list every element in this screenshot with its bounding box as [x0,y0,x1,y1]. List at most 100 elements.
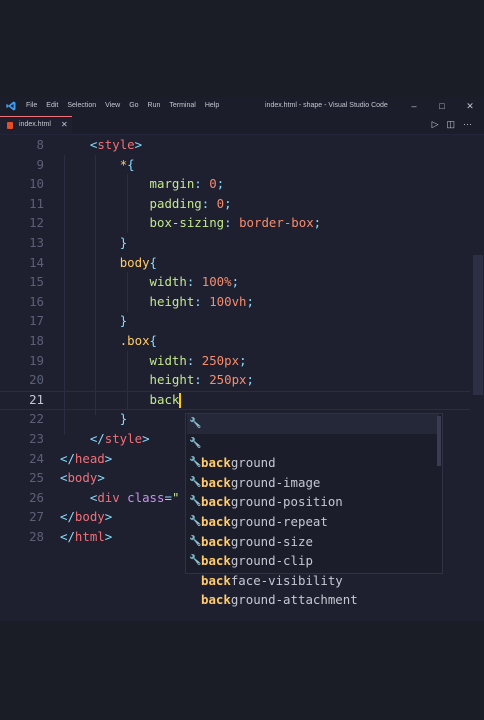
editor-actions: ▷ ◫ ··· [432,119,472,130]
suggestion-item[interactable]: 🔧 background [187,414,439,470]
text-cursor [179,392,181,408]
line-text: <div class=" [89,489,180,505]
vscode-logo-icon [6,101,16,111]
line-text: height: 100vh; [149,293,254,309]
code-line: 11 padding: 0; [0,194,484,214]
line-number: 28 [29,529,44,544]
line-number: 17 [29,313,44,329]
close-window-icon[interactable]: ✕ [456,97,484,116]
code-line: 15 width: 100%; [0,272,484,292]
line-text: back [149,391,181,408]
line-text: width: 100%; [149,274,240,290]
line-number: 13 [29,235,44,250]
line-number: 11 [29,195,44,211]
bottom-background [0,621,484,720]
line-number: 21 [29,391,44,407]
menu-run[interactable]: Run [148,102,161,109]
suggestion-item[interactable]: 🔧 backface-visibility [187,532,439,588]
code-line: 20 height: 250px; [0,370,484,390]
wrench-icon: 🔧 [189,418,202,429]
menu-go[interactable]: Go [129,102,138,109]
menu-selection[interactable]: Selection [67,102,96,109]
menu-edit[interactable]: Edit [46,102,58,109]
line-number: 23 [29,431,44,446]
line-text: width: 250px; [149,352,247,368]
window-controls: – □ ✕ [400,97,484,116]
maximize-icon[interactable]: □ [428,97,456,116]
minimize-icon[interactable]: – [400,97,428,116]
menu-terminal[interactable]: Terminal [169,102,195,109]
menu-bar: File Edit Selection View Go Run Terminal… [26,102,219,109]
line-text: body{ [119,254,157,270]
wrench-icon: 🔧 [189,457,202,469]
line-text: height: 250px; [149,372,254,388]
tab-bar: index.html ✕ ▷ ◫ ··· [0,116,484,135]
line-text: *{ [119,156,135,172]
line-text: </html> [60,529,113,544]
suggestion-item[interactable]: 🔧 background-attachment [187,551,439,607]
code-line: 8 <style> [0,135,484,155]
suggestions-scrollbar[interactable] [437,414,442,573]
suggestion-item[interactable]: 🔧 background-repeat [187,473,439,529]
line-text: box-sizing: border-box; [149,215,322,231]
menu-view[interactable]: View [105,102,120,109]
line-number: 24 [29,450,44,466]
tab-label: index.html [19,121,51,128]
line-number: 27 [29,509,44,525]
line-number: 26 [29,489,44,505]
editor-scrollbar[interactable] [472,135,484,621]
code-line: 13 } [0,233,484,253]
run-icon[interactable]: ▷ [432,119,439,130]
line-number: 9 [36,156,44,172]
code-line: 18 .box{ [0,331,484,351]
line-text: </body> [60,509,113,525]
html-file-icon [7,122,13,129]
line-text: } [119,313,128,329]
line-number: 16 [29,293,44,309]
suggestion-item[interactable]: 🔧 background-clip [187,512,439,568]
line-text: .box{ [119,333,157,348]
line-text: </head> [60,450,113,466]
line-text: <style> [89,137,143,152]
wrench-icon: 🔧 [189,476,202,488]
code-line: 14 body{ [0,253,484,273]
split-editor-icon[interactable]: ◫ [446,119,455,130]
line-number: 14 [29,254,44,270]
line-text: margin: 0; [149,176,225,192]
line-number: 8 [36,137,44,152]
code-line-current: 21 back [0,390,484,410]
suggestions-scrollbar-thumb[interactable] [437,416,441,466]
suggestion-item[interactable]: 🔧 background-position [187,453,439,509]
menu-help[interactable]: Help [205,102,219,109]
suggestion-item[interactable]: 🔧 background-image [187,434,439,490]
code-line: 17 } [0,311,484,331]
menu-file[interactable]: File [26,102,37,109]
line-number: 10 [29,176,44,192]
line-number: 15 [29,274,44,290]
window-title: index.html - shape - Visual Studio Code [265,102,388,109]
line-number: 20 [29,372,44,388]
wrench-icon: 🔧 [189,437,202,449]
line-number: 25 [29,470,44,486]
scrollbar-thumb[interactable] [473,255,483,395]
wrench-icon: 🔧 [189,496,202,508]
tab-close-icon[interactable]: ✕ [61,120,68,129]
wrench-icon: 🔧 [189,516,202,527]
title-bar: File Edit Selection View Go Run Terminal… [0,97,484,116]
wrench-icon: 🔧 [189,555,202,567]
code-line: 16 height: 100vh; [0,292,484,312]
tab-index-html[interactable]: index.html ✕ [0,116,72,134]
suggestion-item[interactable]: 🔧 background-size [187,492,439,548]
line-number: 22 [29,411,44,427]
more-actions-icon[interactable]: ··· [463,119,472,130]
line-text: </style> [89,431,150,446]
line-text: <body> [60,470,105,486]
autocomplete-suggestions: 🔧 background 🔧 background-image 🔧 backgr… [185,413,443,607]
line-number: 18 [29,333,44,348]
code-line: 19 width: 250px; [0,351,484,371]
line-text: } [119,235,128,250]
code-line: 9 *{ [0,155,484,175]
line-number: 12 [29,215,44,231]
line-number: 19 [29,352,44,368]
line-text: padding: 0; [149,195,232,211]
